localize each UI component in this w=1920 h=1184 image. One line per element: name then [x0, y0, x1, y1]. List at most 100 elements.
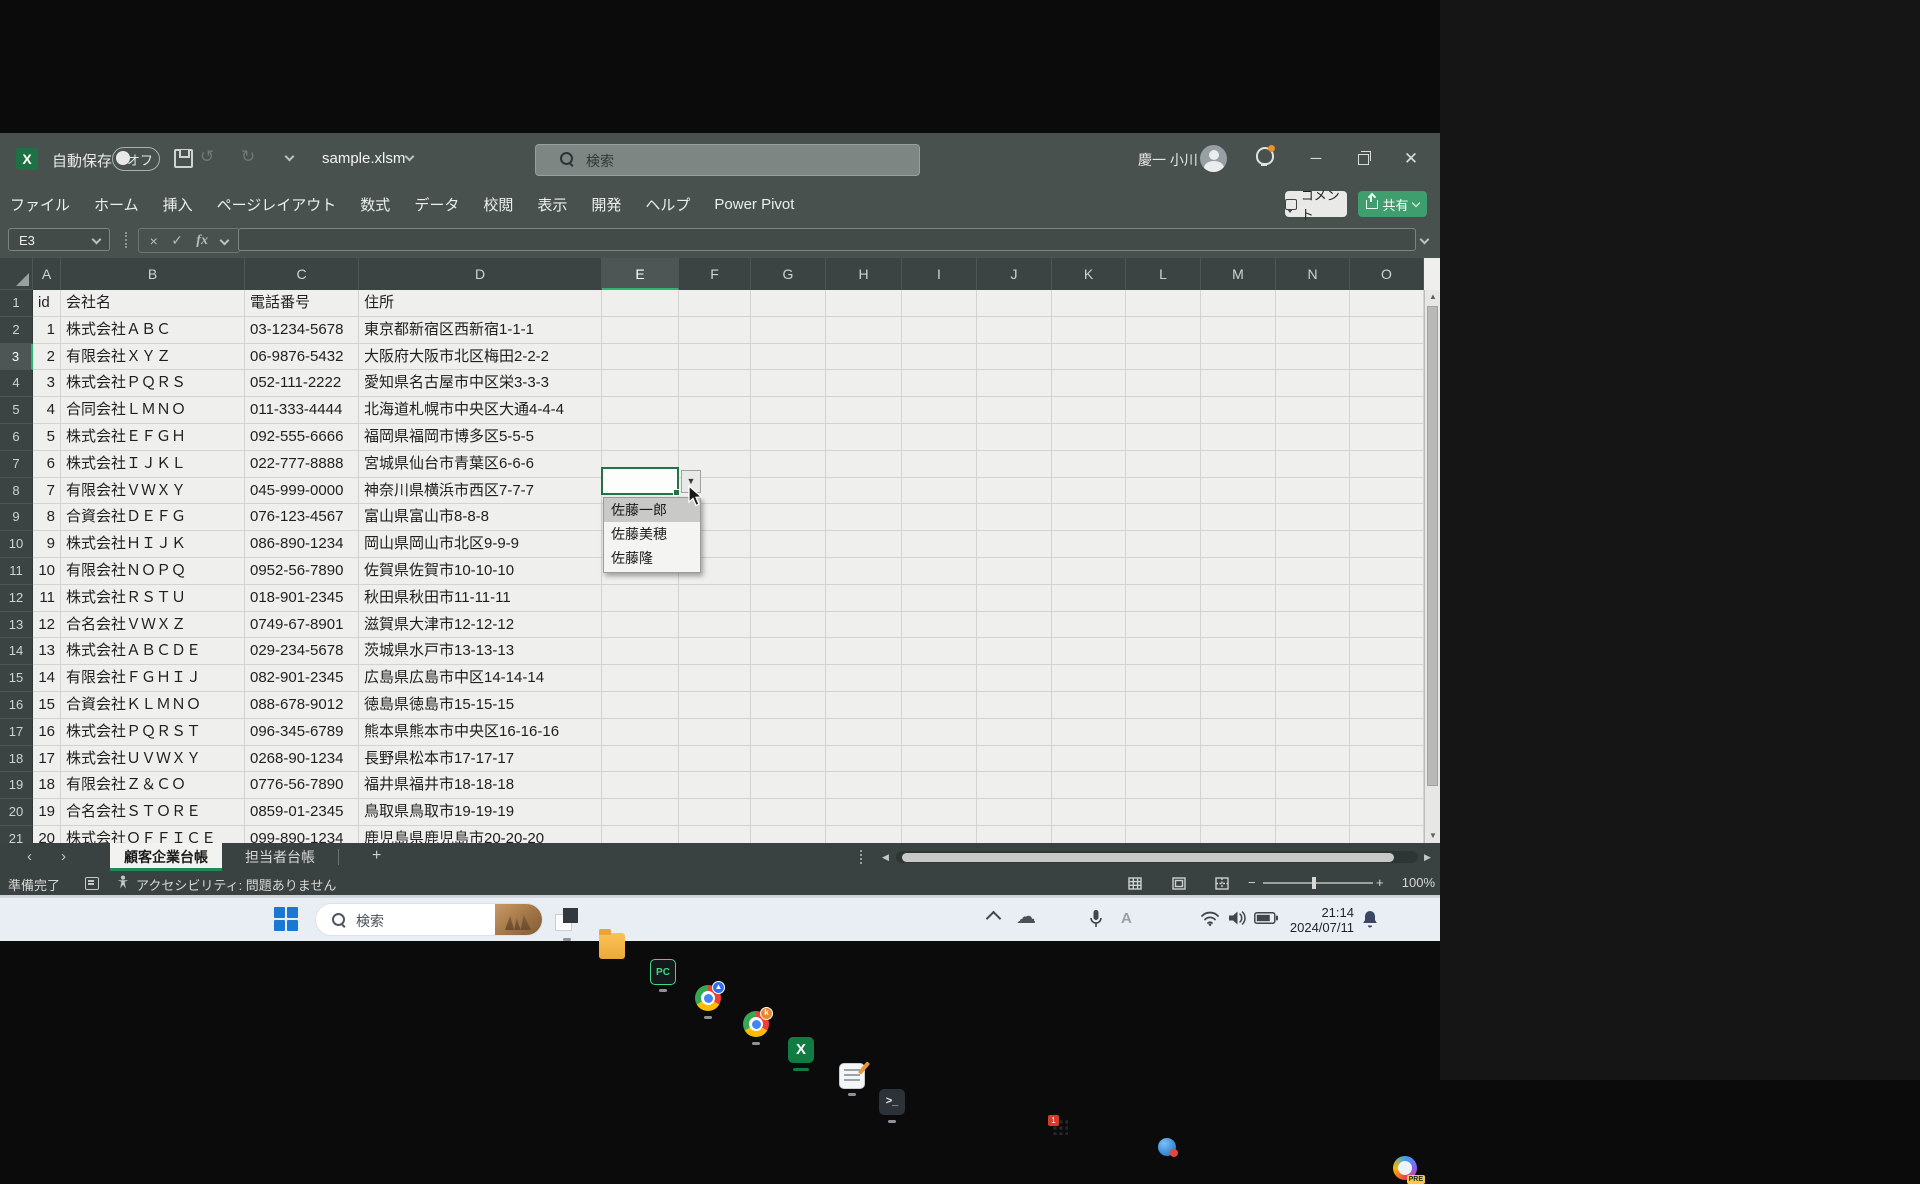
cell-M1[interactable]: [1201, 290, 1276, 317]
microphone-icon[interactable]: [1090, 910, 1102, 929]
cell-C6[interactable]: 092-555-6666: [245, 424, 359, 451]
cell-C14[interactable]: 029-234-5678: [245, 638, 359, 665]
taskbar-clock[interactable]: 21:14 2024/07/11: [1288, 905, 1354, 935]
cell-K21[interactable]: [1052, 826, 1126, 843]
cell-B1[interactable]: 会社名: [61, 290, 245, 317]
cell-M14[interactable]: [1201, 638, 1276, 665]
column-header-G[interactable]: G: [751, 258, 826, 290]
cell-G4[interactable]: [751, 370, 826, 397]
cell-N11[interactable]: [1276, 558, 1350, 585]
file-explorer-icon[interactable]: [599, 933, 625, 959]
cell-J9[interactable]: [977, 504, 1052, 531]
zoom-slider-thumb[interactable]: [1312, 877, 1316, 889]
cell-I17[interactable]: [902, 719, 977, 746]
cell-D9[interactable]: 富山県富山市8-8-8: [359, 504, 602, 531]
row-header-17[interactable]: 17: [0, 719, 33, 746]
cell-E21[interactable]: [602, 826, 679, 843]
cell-C11[interactable]: 0952-56-7890: [245, 558, 359, 585]
cell-E15[interactable]: [602, 665, 679, 692]
cell-N15[interactable]: [1276, 665, 1350, 692]
horizontal-scrollbar[interactable]: [896, 851, 1418, 863]
cell-D3[interactable]: 大阪府大阪市北区梅田2-2-2: [359, 344, 602, 371]
cell-M12[interactable]: [1201, 585, 1276, 612]
cell-N2[interactable]: [1276, 317, 1350, 344]
cell-H9[interactable]: [826, 504, 902, 531]
cell-K15[interactable]: [1052, 665, 1126, 692]
zoom-in-icon[interactable]: +: [1376, 875, 1384, 890]
cell-E12[interactable]: [602, 585, 679, 612]
cell-F18[interactable]: [679, 746, 751, 773]
cell-O9[interactable]: [1350, 504, 1424, 531]
cell-N7[interactable]: [1276, 451, 1350, 478]
cell-D13[interactable]: 滋賀県大津市12-12-12: [359, 612, 602, 639]
cell-B9[interactable]: 合資会社ＤＥＦＧ: [61, 504, 245, 531]
cell-C16[interactable]: 088-678-9012: [245, 692, 359, 719]
cell-D19[interactable]: 福井県福井市18-18-18: [359, 772, 602, 799]
cell-D14[interactable]: 茨城県水戸市13-13-13: [359, 638, 602, 665]
cell-B11[interactable]: 有限会社ＮＯＰＱ: [61, 558, 245, 585]
cell-K14[interactable]: [1052, 638, 1126, 665]
cell-B8[interactable]: 有限会社ＶＷＸＹ: [61, 478, 245, 505]
chrome-profile2-icon[interactable]: k: [743, 1011, 769, 1037]
cell-K12[interactable]: [1052, 585, 1126, 612]
cell-O13[interactable]: [1350, 612, 1424, 639]
row-header-6[interactable]: 6: [0, 424, 33, 451]
row-header-7[interactable]: 7: [0, 451, 33, 478]
cell-A9[interactable]: 8: [33, 504, 61, 531]
cell-M11[interactable]: [1201, 558, 1276, 585]
cell-F14[interactable]: [679, 638, 751, 665]
cell-I1[interactable]: [902, 290, 977, 317]
restore-button[interactable]: [1350, 146, 1376, 172]
cell-J21[interactable]: [977, 826, 1052, 843]
column-header-I[interactable]: I: [902, 258, 977, 290]
cell-F13[interactable]: [679, 612, 751, 639]
cell-J8[interactable]: [977, 478, 1052, 505]
cell-N19[interactable]: [1276, 772, 1350, 799]
cell-J4[interactable]: [977, 370, 1052, 397]
cell-J15[interactable]: [977, 665, 1052, 692]
cell-H17[interactable]: [826, 719, 902, 746]
cell-I9[interactable]: [902, 504, 977, 531]
cell-L17[interactable]: [1126, 719, 1201, 746]
cell-I6[interactable]: [902, 424, 977, 451]
share-button[interactable]: 共有: [1358, 191, 1427, 217]
cell-D11[interactable]: 佐賀県佐賀市10-10-10: [359, 558, 602, 585]
row-header-10[interactable]: 10: [0, 531, 33, 558]
cell-B3[interactable]: 有限会社ＸＹＺ: [61, 344, 245, 371]
cell-G17[interactable]: [751, 719, 826, 746]
cell-G19[interactable]: [751, 772, 826, 799]
excel-app-icon[interactable]: X: [16, 148, 38, 170]
cell-D10[interactable]: 岡山県岡山市北区9-9-9: [359, 531, 602, 558]
cell-B12[interactable]: 株式会社ＲＳＴＵ: [61, 585, 245, 612]
column-header-K[interactable]: K: [1052, 258, 1126, 290]
close-button[interactable]: ✕: [1398, 146, 1424, 172]
row-header-11[interactable]: 11: [0, 558, 33, 585]
tray-sphere-app-icon[interactable]: [1158, 1138, 1176, 1156]
cell-O8[interactable]: [1350, 478, 1424, 505]
cell-A12[interactable]: 11: [33, 585, 61, 612]
cell-K7[interactable]: [1052, 451, 1126, 478]
scroll-down-icon[interactable]: ▼: [1425, 829, 1441, 843]
cell-G11[interactable]: [751, 558, 826, 585]
cell-J20[interactable]: [977, 799, 1052, 826]
cell-L15[interactable]: [1126, 665, 1201, 692]
row-header-4[interactable]: 4: [0, 370, 33, 397]
cell-H5[interactable]: [826, 397, 902, 424]
cell-B10[interactable]: 株式会社ＨＩＪＫ: [61, 531, 245, 558]
cell-N13[interactable]: [1276, 612, 1350, 639]
cell-C3[interactable]: 06-9876-5432: [245, 344, 359, 371]
comments-button[interactable]: コメント: [1285, 191, 1347, 217]
cell-B20[interactable]: 合名会社ＳＴＯＲＥ: [61, 799, 245, 826]
cell-A20[interactable]: 19: [33, 799, 61, 826]
cell-I2[interactable]: [902, 317, 977, 344]
column-header-F[interactable]: F: [679, 258, 751, 290]
cell-O12[interactable]: [1350, 585, 1424, 612]
row-header-2[interactable]: 2: [0, 317, 33, 344]
cell-L2[interactable]: [1126, 317, 1201, 344]
cell-I14[interactable]: [902, 638, 977, 665]
cell-O1[interactable]: [1350, 290, 1424, 317]
ribbon-tab-11[interactable]: Power Pivot: [714, 196, 794, 213]
cell-H13[interactable]: [826, 612, 902, 639]
cell-J16[interactable]: [977, 692, 1052, 719]
cell-O7[interactable]: [1350, 451, 1424, 478]
